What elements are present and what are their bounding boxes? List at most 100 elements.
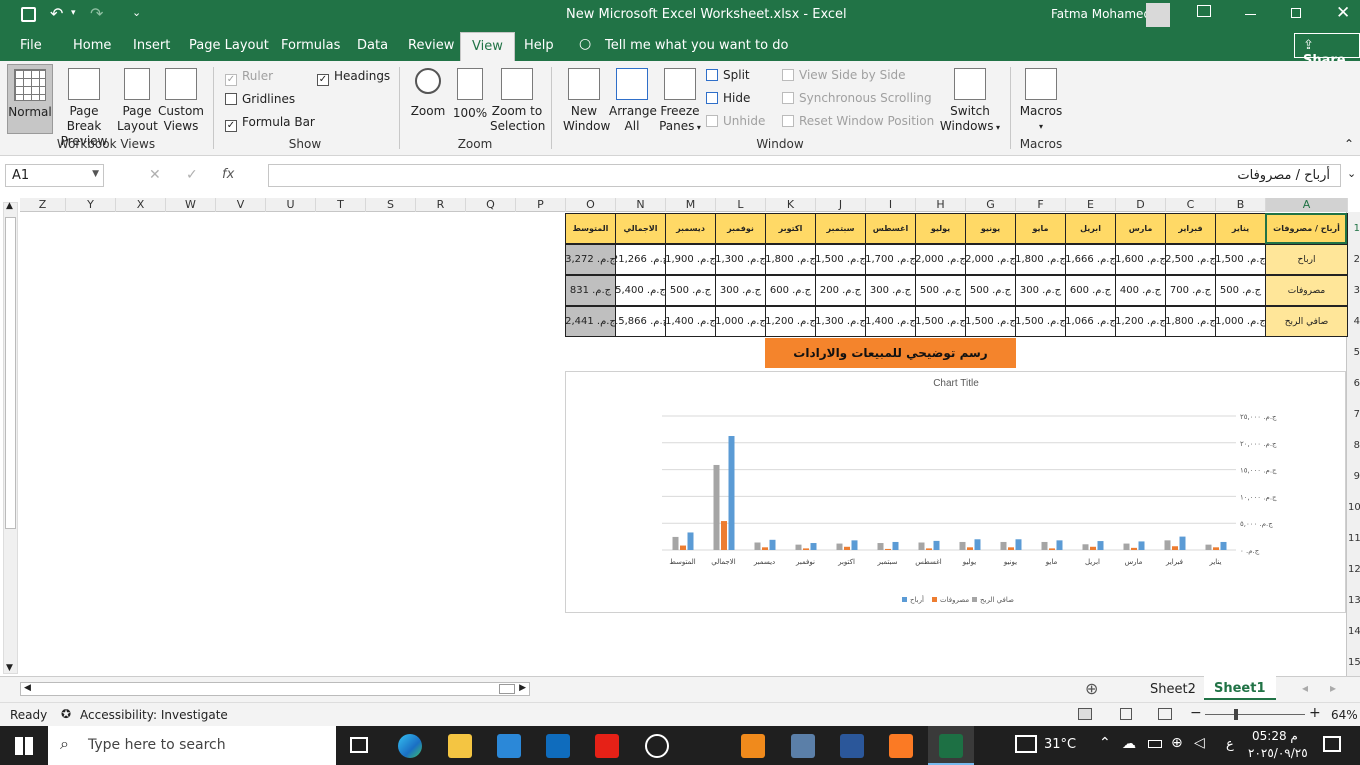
table-cell[interactable]: ج.م. 2,441 [565,306,616,337]
worksheet-grid[interactable]: ZYXWVUTSRQPONMLKJIHGFEDCBA 1 2 3 4 5 6 7 8 9 10 11… [0,198,1360,676]
table-header-cell[interactable]: أرباح / مصروفات [1265,213,1348,244]
row-header-8[interactable]: 8 [1348,440,1360,451]
table-header-cell[interactable]: مارس [1115,213,1166,244]
table-header-cell[interactable]: نوفمبر [715,213,766,244]
row-header-9[interactable]: 9 [1348,471,1360,482]
zoom-percent[interactable]: 64% [1331,708,1358,722]
collapse-ribbon-icon[interactable]: ⌃ [1344,137,1354,151]
table-cell[interactable]: ج.م. 400 [1115,275,1166,306]
vertical-scrollbar[interactable]: ▲ ▼ [3,201,18,674]
new-sheet-icon[interactable]: ⊕ [1085,679,1098,698]
table-cell[interactable]: ج.م. 300 [1015,275,1066,306]
outlook-icon[interactable] [546,734,570,758]
table-cell[interactable]: ج.م. 1,800 [1015,244,1066,275]
column-header-Z[interactable]: Z [20,198,66,212]
column-header-R[interactable]: R [416,198,466,212]
clock-date[interactable]: ٢٠٢٥/٠٩/٢٥ [1248,746,1308,760]
scroll-up-icon[interactable]: ▲ [6,201,13,211]
store-icon[interactable] [497,734,521,758]
page-layout-view-button[interactable]: Page Layout [117,68,158,134]
table-cell[interactable]: ج.م. 1,066 [1065,306,1116,337]
scroll-thumb[interactable] [5,217,16,529]
weather-icon[interactable] [1015,735,1037,753]
table-cell[interactable]: ج.م. 1,800 [1165,306,1216,337]
battery-icon[interactable] [1148,740,1162,748]
switch-windows-button[interactable]: Switch Windows ▾ [938,68,1002,135]
column-header-A[interactable]: A [1266,198,1348,212]
column-header-E[interactable]: E [1066,198,1116,212]
table-cell[interactable]: ج.م. 1,500 [1215,244,1266,275]
row-header-12[interactable]: 12 [1348,564,1360,575]
page-layout-status-icon[interactable] [1120,708,1132,720]
avatar[interactable] [1146,3,1170,27]
table-cell[interactable]: ج.م. 1,000 [1215,306,1266,337]
horizontal-scrollbar[interactable]: ◀ ▶ [20,682,530,696]
minimize-icon[interactable] [1245,14,1256,15]
table-cell[interactable]: ج.م. 1,200 [765,306,816,337]
table-header-cell[interactable]: يناير [1215,213,1266,244]
sheet-tab-sheet2[interactable]: Sheet2 [1150,682,1196,697]
freeze-panes-button[interactable]: Freeze Panes ▾ [657,68,703,135]
cloud-icon[interactable]: ☁ [1122,736,1136,752]
column-header-Y[interactable]: Y [66,198,116,212]
column-header-V[interactable]: V [216,198,266,212]
column-header-Q[interactable]: Q [466,198,516,212]
table-cell[interactable]: ج.م. 2,000 [965,244,1016,275]
table-cell[interactable]: ج.م. 2,500 [1165,244,1216,275]
column-header-G[interactable]: G [966,198,1016,212]
table-header-cell[interactable]: المتوسط [565,213,616,244]
normal-view-button[interactable]: Normal [7,64,53,134]
tab-review[interactable]: Review [408,38,454,53]
tab-insert[interactable]: Insert [133,38,170,53]
notifications-icon[interactable] [1323,736,1341,752]
table-cell[interactable]: ج.م. 600 [1065,275,1116,306]
zoom-to-selection-button[interactable]: Zoom to Selection [490,68,545,134]
split-button[interactable]: Split [706,68,750,82]
formula-bar-checkbox[interactable]: ✓ Formula Bar [225,115,315,132]
accessibility-status[interactable]: Accessibility: Investigate [80,708,228,722]
table-cell[interactable]: ج.م. 21,266 [615,244,666,275]
row-header-7[interactable]: 7 [1348,409,1360,420]
column-header-O[interactable]: O [566,198,616,212]
share-button[interactable]: ⇪ Share [1294,33,1360,68]
table-header-cell[interactable]: الاجمالي [615,213,666,244]
table-header-cell[interactable]: فبراير [1165,213,1216,244]
new-window-button[interactable]: New Window [563,68,610,134]
user-name[interactable]: Fatma Mohamed [1051,7,1151,21]
name-box[interactable]: A1 ▼ [5,164,104,187]
column-header-U[interactable]: U [266,198,316,212]
photos-icon[interactable] [791,734,815,758]
cancel-icon[interactable]: ✕ [149,167,161,183]
table-cell[interactable]: ج.م. 1,000 [715,306,766,337]
expand-formula-bar-icon[interactable]: ⌄ [1347,167,1356,180]
row-header-5[interactable]: 5 [1348,347,1360,358]
headings-checkbox[interactable]: ✓ Headings [317,69,390,86]
table-header-cell[interactable]: سبتمبر [815,213,866,244]
prev-sheet-icon[interactable]: ◂ [1302,681,1308,695]
row-header-2[interactable]: 2 [1348,254,1360,265]
excel-taskbar-button[interactable] [928,726,974,765]
table-cell[interactable]: ج.م. 3,272 [565,244,616,275]
table-cell[interactable]: ج.م. 1,400 [665,306,716,337]
column-header-M[interactable]: M [666,198,716,212]
maximize-icon[interactable] [1291,8,1301,18]
undo-dropdown-icon[interactable]: ▾ [71,8,76,18]
arrange-all-button[interactable]: Arrange All [609,68,657,134]
column-header-X[interactable]: X [116,198,166,212]
column-header-K[interactable]: K [766,198,816,212]
zoom-slider-thumb[interactable] [1234,709,1238,720]
insert-function-button[interactable]: fx [222,167,234,182]
table-cell[interactable]: ج.م. 1,900 [665,244,716,275]
banner-cell[interactable]: رسم توضيحي للمبيعات والارادات [765,338,1016,368]
row-header-14[interactable]: 14 [1348,626,1360,637]
column-header-I[interactable]: I [866,198,916,212]
synchronous-scrolling-button[interactable]: Synchronous Scrolling [782,91,932,105]
next-sheet-icon[interactable]: ▸ [1330,681,1336,695]
column-header-D[interactable]: D [1116,198,1166,212]
column-header-P[interactable]: P [516,198,566,212]
table-header-cell[interactable]: اغسطس [865,213,916,244]
zoom-slider[interactable] [1205,709,1305,720]
undo-icon[interactable]: ↶ [50,4,63,23]
row-header-4[interactable]: 4 [1348,316,1360,327]
tab-file[interactable]: File [20,38,42,53]
